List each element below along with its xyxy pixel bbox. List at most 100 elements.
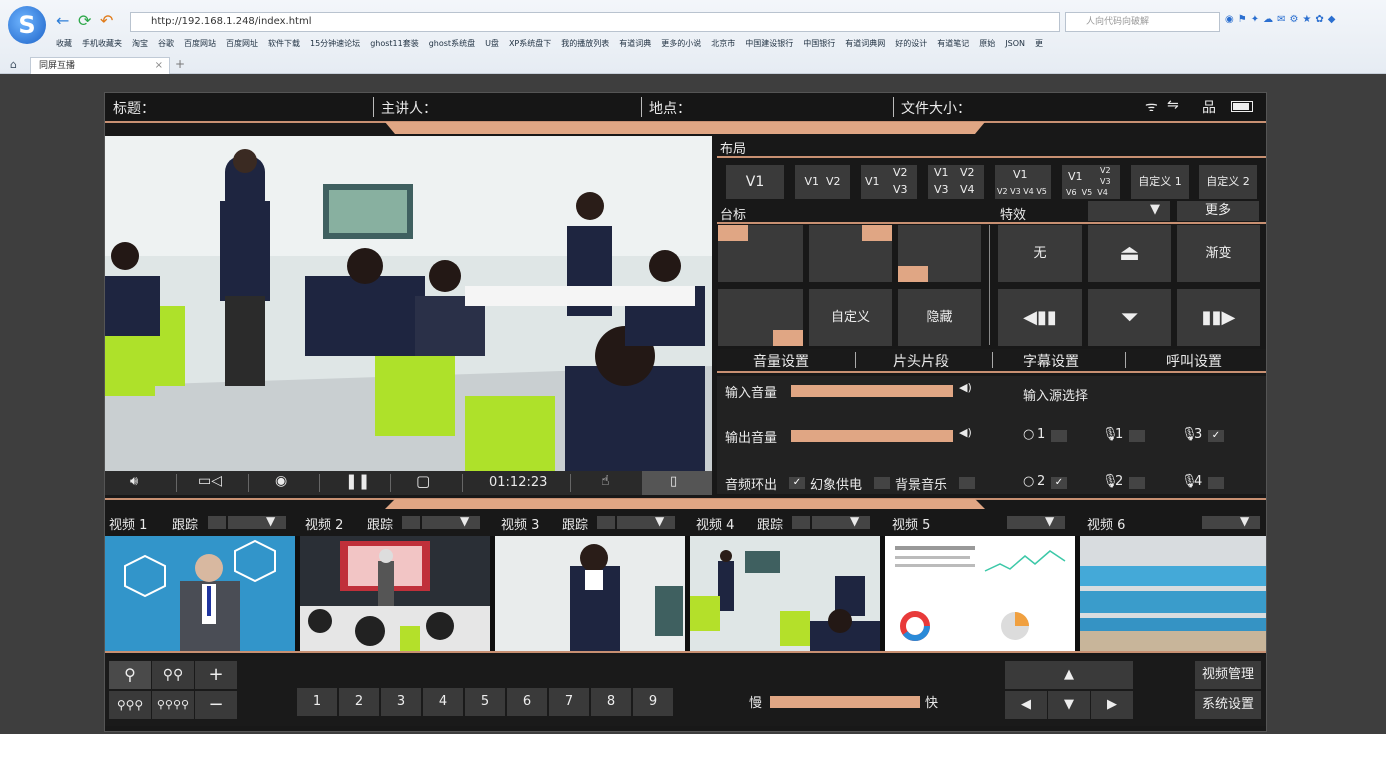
browser-search-input[interactable]: 人向代码向破解	[1065, 12, 1220, 32]
new-tab-icon[interactable]: +	[175, 57, 185, 71]
tab-intro-clip[interactable]: 片头片段	[893, 351, 949, 371]
camera-icon[interactable]: ▭◁	[198, 473, 222, 489]
input-volume-slider[interactable]	[791, 385, 953, 397]
bookmark-item[interactable]: 原始	[979, 39, 995, 48]
two-people-icon[interactable]: ⚲⚲	[152, 661, 194, 689]
source-mic1-checkbox[interactable]	[1129, 430, 1145, 442]
bookmark-item[interactable]: 百度网站	[184, 39, 216, 48]
preset-2-button[interactable]: 2	[339, 688, 379, 716]
preset-5-button[interactable]: 5	[465, 688, 505, 716]
video-6-dropdown[interactable]: ▼	[1202, 514, 1260, 529]
bookmark-item[interactable]: 更	[1035, 39, 1043, 48]
bookmark-item[interactable]: 百度网址	[226, 39, 258, 48]
bookmark-item[interactable]: 15分钟速论坛	[310, 39, 360, 48]
hand-icon[interactable]: ☝	[601, 473, 610, 489]
address-bar[interactable]: http://192.168.1.248/index.html	[130, 12, 1060, 32]
bookmark-item[interactable]: ghost系统盘	[429, 39, 475, 48]
zoom-out-button[interactable]: −	[195, 691, 237, 719]
home-icon[interactable]: ⌂	[10, 58, 17, 71]
output-volume-slider[interactable]	[791, 430, 953, 442]
pan-up-icon[interactable]: ▲	[1005, 661, 1133, 689]
wipe-right-icon[interactable]: ▮▮▶	[1177, 289, 1260, 346]
source-cam1-checkbox[interactable]	[1051, 430, 1067, 442]
bookmark-item[interactable]: 我的播放列表	[561, 39, 609, 48]
custom-layout-2-button[interactable]: 自定义 2	[1199, 165, 1257, 199]
stop-icon[interactable]: ▢	[416, 472, 430, 490]
custom-layout-1-button[interactable]: 自定义 1	[1131, 165, 1189, 199]
wipe-down-icon[interactable]: ⏷	[1088, 289, 1171, 346]
source-mic3-checkbox[interactable]: ✓	[1208, 430, 1224, 442]
screenshot-button[interactable]: ▯	[642, 471, 712, 495]
bookmark-item[interactable]: 更多的小说	[661, 39, 701, 48]
bookmark-item[interactable]: JSON	[1005, 39, 1025, 48]
bookmark-item[interactable]: ghost11套装	[370, 39, 419, 48]
effect-none-button[interactable]: 无	[998, 225, 1082, 282]
zoom-in-button[interactable]: +	[195, 661, 237, 689]
tab-volume[interactable]: 音量设置	[753, 351, 809, 371]
logo-bottom-left-tile[interactable]	[898, 225, 981, 282]
system-settings-button[interactable]: 系统设置	[1195, 691, 1261, 719]
pan-down-icon[interactable]: ▼	[1048, 691, 1090, 719]
video-1-track-dropdown[interactable]: ▼	[228, 514, 286, 529]
group-icon[interactable]: ⚲⚲⚲	[109, 691, 151, 719]
preset-9-button[interactable]: 9	[633, 688, 673, 716]
undo-icon[interactable]: ↶	[100, 12, 113, 30]
input-volume-speaker-icon[interactable]: ◀)	[959, 381, 972, 394]
logo-hide-button[interactable]: 隐藏	[898, 289, 981, 346]
bookmark-item[interactable]: XP系统盘下	[509, 39, 551, 48]
video-4-thumbnail[interactable]	[690, 536, 880, 651]
video-6-thumbnail[interactable]	[1080, 536, 1266, 651]
effects-dropdown[interactable]: ▼	[1088, 201, 1170, 221]
layout-4split-button[interactable]: V1 V2 V3 V4	[928, 165, 984, 199]
video-2-track-checkbox[interactable]	[402, 516, 420, 529]
back-icon[interactable]: ←	[56, 12, 69, 30]
video-3-thumbnail[interactable]	[495, 536, 685, 651]
audio-loop-checkbox[interactable]: ✓	[789, 477, 805, 489]
video-2-thumbnail[interactable]	[300, 536, 490, 651]
logo-bottom-right-tile[interactable]	[718, 289, 803, 346]
bookmark-item[interactable]: U盘	[485, 39, 499, 48]
video-1-thumbnail[interactable]	[105, 536, 295, 651]
logo-custom-button[interactable]: 自定义	[809, 289, 892, 346]
preset-7-button[interactable]: 7	[549, 688, 589, 716]
bookmark-item[interactable]: 中国银行	[803, 39, 835, 48]
bookmark-item[interactable]: 有道词典网	[845, 39, 885, 48]
tab-close-icon[interactable]: ×	[155, 58, 163, 74]
layout-v1v2v3-button[interactable]: V1 V2 V3	[861, 165, 917, 199]
wipe-left-icon[interactable]: ◀▮▮	[998, 289, 1082, 346]
preset-1-button[interactable]: 1	[297, 688, 337, 716]
layout-6split-button[interactable]: V1 V2 V3 V6 V5 V4	[1062, 165, 1120, 199]
video-5-thumbnail[interactable]	[885, 536, 1075, 651]
pan-left-icon[interactable]: ◀	[1005, 691, 1047, 719]
large-group-icon[interactable]: ⚲⚲⚲⚲	[152, 691, 194, 719]
video-3-track-dropdown[interactable]: ▼	[617, 514, 675, 529]
bookmark-item[interactable]: 淘宝	[132, 39, 148, 48]
pan-right-icon[interactable]: ▶	[1091, 691, 1133, 719]
video-4-track-dropdown[interactable]: ▼	[812, 514, 870, 529]
logo-top-left-tile[interactable]	[718, 225, 803, 282]
main-preview[interactable]	[105, 136, 712, 471]
video-manage-button[interactable]: 视频管理	[1195, 661, 1261, 689]
speed-slider[interactable]	[770, 696, 920, 708]
video-1-track-checkbox[interactable]	[208, 516, 226, 529]
video-4-track-checkbox[interactable]	[792, 516, 810, 529]
source-mic4-checkbox[interactable]	[1208, 477, 1224, 489]
bgm-checkbox[interactable]	[959, 477, 975, 489]
bookmark-item[interactable]: 软件下载	[268, 39, 300, 48]
preset-6-button[interactable]: 6	[507, 688, 547, 716]
preset-8-button[interactable]: 8	[591, 688, 631, 716]
bookmark-item[interactable]: 收藏	[56, 39, 72, 48]
video-3-track-checkbox[interactable]	[597, 516, 615, 529]
phantom-power-checkbox[interactable]	[874, 477, 890, 489]
bookmark-item[interactable]: 谷歌	[158, 39, 174, 48]
effect-fade-button[interactable]: 渐变	[1177, 225, 1260, 282]
browser-tab[interactable]: 同屏互播 ×	[30, 57, 170, 74]
layout-v1-button[interactable]: V1	[726, 165, 784, 199]
tab-call[interactable]: 呼叫设置	[1166, 351, 1222, 371]
preset-3-button[interactable]: 3	[381, 688, 421, 716]
bookmark-item[interactable]: 中国建设银行	[745, 39, 793, 48]
bookmark-item[interactable]: 好的设计	[895, 39, 927, 48]
refresh-icon[interactable]: ⟳	[78, 12, 91, 30]
bookmark-item[interactable]: 手机收藏夹	[82, 39, 122, 48]
more-effects-button[interactable]: 更多	[1177, 201, 1259, 221]
